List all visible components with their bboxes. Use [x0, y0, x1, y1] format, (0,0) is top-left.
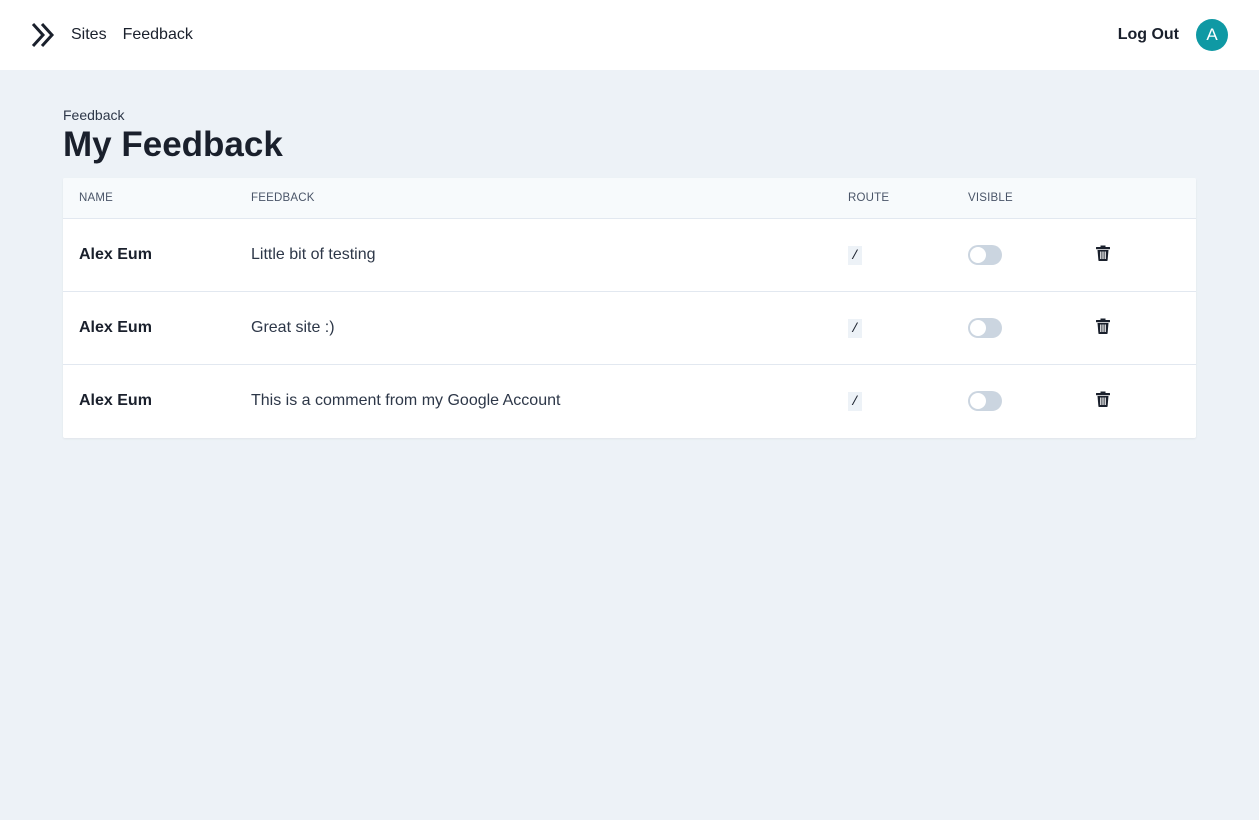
row-route-cell: /	[832, 219, 952, 292]
top-navbar: Sites Feedback Log Out A	[0, 0, 1259, 70]
logo-double-chevron-icon[interactable]	[30, 22, 56, 48]
toggle-knob	[970, 247, 986, 263]
page-title: My Feedback	[63, 125, 283, 164]
table-header-row: NAME FEEDBACK ROUTE VISIBLE	[63, 177, 1196, 219]
row-route-cell: /	[832, 292, 952, 365]
row-actions-cell	[1080, 292, 1196, 365]
row-visible-cell	[952, 365, 1080, 438]
header-route: ROUTE	[848, 191, 890, 204]
row-feedback: This is a comment from my Google Account	[251, 392, 561, 410]
row-name: Alex Eum	[79, 319, 152, 336]
trash-icon[interactable]	[1096, 245, 1110, 261]
nav-right: Log Out A	[1118, 19, 1228, 51]
main-content: Feedback My Feedback NAME FEEDBACK ROUTE…	[0, 70, 1259, 438]
feedback-table: NAME FEEDBACK ROUTE VISIBLE Alex Eum Lit…	[63, 177, 1196, 438]
nav-link-feedback[interactable]: Feedback	[123, 26, 193, 44]
visible-toggle[interactable]	[968, 391, 1002, 412]
row-name: Alex Eum	[79, 246, 152, 263]
table-row: Alex Eum Great site :) /	[63, 292, 1196, 365]
trash-icon[interactable]	[1096, 391, 1110, 407]
trash-icon[interactable]	[1096, 318, 1110, 334]
table-row: Alex Eum Little bit of testing /	[63, 219, 1196, 292]
logout-button[interactable]: Log Out	[1118, 26, 1179, 44]
row-name: Alex Eum	[79, 392, 152, 410]
avatar[interactable]: A	[1196, 19, 1228, 51]
header-name: NAME	[79, 191, 114, 204]
row-route: /	[848, 246, 862, 265]
header-visible: VISIBLE	[968, 191, 1013, 204]
breadcrumb[interactable]: Feedback	[63, 107, 1196, 123]
nav-link-sites[interactable]: Sites	[71, 26, 107, 44]
row-feedback: Great site :)	[251, 319, 335, 336]
nav-left: Sites Feedback	[30, 22, 209, 48]
row-visible-cell	[952, 219, 1080, 292]
feedback-table-card: NAME FEEDBACK ROUTE VISIBLE Alex Eum Lit…	[63, 177, 1196, 438]
row-actions-cell	[1080, 365, 1196, 438]
visible-toggle[interactable]	[968, 245, 1002, 265]
row-route: /	[848, 392, 862, 412]
row-feedback: Little bit of testing	[251, 246, 376, 263]
toggle-knob	[970, 320, 986, 336]
row-route-cell: /	[832, 365, 952, 438]
header-actions	[1080, 178, 1196, 219]
header-feedback: FEEDBACK	[251, 191, 315, 204]
row-actions-cell	[1080, 219, 1196, 292]
table-row: Alex Eum This is a comment from my Googl…	[63, 365, 1196, 438]
toggle-knob	[970, 393, 986, 410]
visible-toggle[interactable]	[968, 318, 1002, 338]
row-visible-cell	[952, 292, 1080, 365]
row-route: /	[848, 319, 862, 338]
